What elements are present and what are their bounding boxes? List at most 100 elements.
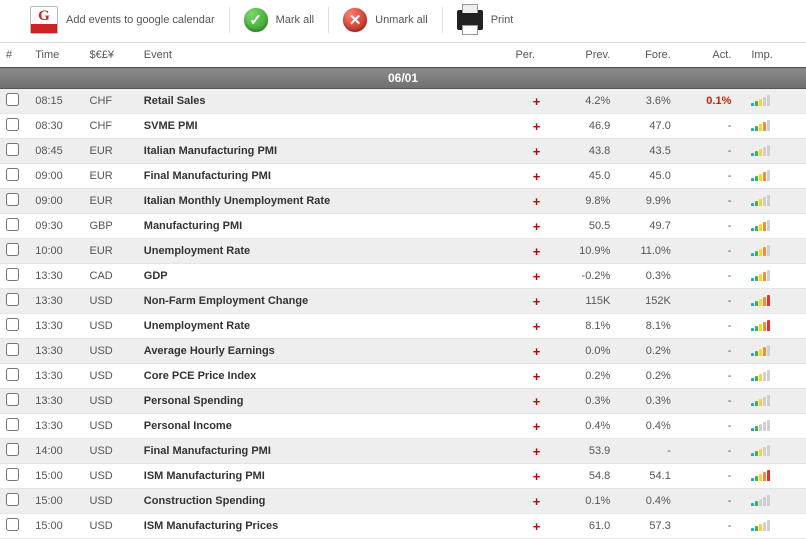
cell-period[interactable]: + (509, 314, 563, 339)
cell-period[interactable]: + (509, 464, 563, 489)
row-checkbox[interactable] (6, 493, 19, 506)
date-label: 06/01 (0, 68, 806, 89)
cell-event[interactable]: Italian Manufacturing PMI (138, 139, 510, 164)
cell-currency: USD (84, 389, 138, 414)
cell-act: - (685, 389, 746, 414)
cell-event[interactable]: Construction Spending (138, 489, 510, 514)
table-row: 08:15CHFRetail Sales+4.2%3.6%0.1% (0, 89, 806, 114)
cell-event[interactable]: Final Manufacturing PMI (138, 164, 510, 189)
cell-event[interactable]: ISM Manufacturing PMI (138, 464, 510, 489)
row-checkbox[interactable] (6, 368, 19, 381)
table-row: 13:30USDPersonal Spending+0.3%0.3%- (0, 389, 806, 414)
col-event[interactable]: Event (138, 43, 510, 68)
row-checkbox[interactable] (6, 518, 19, 531)
table-row: 14:00USDFinal Manufacturing PMI+53.9-- (0, 439, 806, 464)
col-per[interactable]: Per. (509, 43, 563, 68)
cell-period[interactable]: + (509, 189, 563, 214)
cell-event[interactable]: Personal Income (138, 414, 510, 439)
print-button[interactable]: Print (451, 8, 520, 32)
cell-event[interactable]: Italian Monthly Unemployment Rate (138, 189, 510, 214)
row-checkbox[interactable] (6, 93, 19, 106)
add-to-gcal-button[interactable]: G Add events to google calendar (24, 4, 221, 36)
row-checkbox-cell (0, 364, 29, 389)
cell-time: 13:30 (29, 314, 83, 339)
cell-period[interactable]: + (509, 164, 563, 189)
cell-currency: EUR (84, 164, 138, 189)
col-prev[interactable]: Prev. (564, 43, 625, 68)
cell-event[interactable]: Unemployment Rate (138, 239, 510, 264)
cell-fore: 9.9% (624, 189, 685, 214)
cell-fore: 47.0 (624, 114, 685, 139)
cell-prev: 0.3% (564, 389, 625, 414)
row-checkbox[interactable] (6, 393, 19, 406)
unmark-all-button[interactable]: ✕ Unmark all (337, 6, 434, 34)
cell-importance (745, 364, 806, 389)
cell-period[interactable]: + (509, 339, 563, 364)
col-act[interactable]: Act. (685, 43, 746, 68)
cell-fore: 54.1 (624, 464, 685, 489)
row-checkbox[interactable] (6, 318, 19, 331)
cell-prev: 45.0 (564, 164, 625, 189)
cell-importance (745, 214, 806, 239)
cell-period[interactable]: + (509, 514, 563, 539)
col-fore[interactable]: Fore. (624, 43, 685, 68)
cell-period[interactable]: + (509, 489, 563, 514)
cell-fore: 0.2% (624, 364, 685, 389)
row-checkbox[interactable] (6, 193, 19, 206)
cell-period[interactable]: + (509, 139, 563, 164)
col-currency[interactable]: $€£¥ (84, 43, 138, 68)
cell-event[interactable]: Personal Spending (138, 389, 510, 414)
importance-bars-icon (751, 394, 770, 406)
cell-period[interactable]: + (509, 289, 563, 314)
cell-period[interactable]: + (509, 389, 563, 414)
cell-fore: 43.5 (624, 139, 685, 164)
row-checkbox[interactable] (6, 243, 19, 256)
row-checkbox[interactable] (6, 418, 19, 431)
cell-prev: 10.9% (564, 239, 625, 264)
row-checkbox[interactable] (6, 468, 19, 481)
row-checkbox[interactable] (6, 443, 19, 456)
cell-event[interactable]: Non-Farm Employment Change (138, 289, 510, 314)
col-time[interactable]: Time (29, 43, 83, 68)
row-checkbox[interactable] (6, 268, 19, 281)
printer-icon (457, 10, 483, 30)
cell-event[interactable]: Average Hourly Earnings (138, 339, 510, 364)
cell-period[interactable]: + (509, 214, 563, 239)
cell-period[interactable]: + (509, 264, 563, 289)
cell-fore: 0.2% (624, 339, 685, 364)
importance-bars-icon (751, 219, 770, 231)
cell-prev: 0.1% (564, 489, 625, 514)
row-checkbox[interactable] (6, 168, 19, 181)
cell-importance (745, 164, 806, 189)
cell-event[interactable]: GDP (138, 264, 510, 289)
row-checkbox[interactable] (6, 343, 19, 356)
date-row: 06/01 (0, 68, 806, 89)
cell-period[interactable]: + (509, 439, 563, 464)
cell-event[interactable]: Manufacturing PMI (138, 214, 510, 239)
col-num[interactable]: # (0, 43, 29, 68)
cell-prev: 61.0 (564, 514, 625, 539)
mark-all-button[interactable]: ✓ Mark all (238, 6, 321, 34)
cell-period[interactable]: + (509, 114, 563, 139)
cell-event[interactable]: ISM Manufacturing Prices (138, 514, 510, 539)
cell-event[interactable]: SVME PMI (138, 114, 510, 139)
row-checkbox[interactable] (6, 118, 19, 131)
cell-period[interactable]: + (509, 364, 563, 389)
cell-event[interactable]: Final Manufacturing PMI (138, 439, 510, 464)
check-icon: ✓ (244, 8, 268, 32)
cell-act: - (685, 289, 746, 314)
cell-period[interactable]: + (509, 239, 563, 264)
table-row: 15:00USDConstruction Spending+0.1%0.4%- (0, 489, 806, 514)
row-checkbox[interactable] (6, 293, 19, 306)
cell-prev: 4.2% (564, 89, 625, 114)
cell-period[interactable]: + (509, 414, 563, 439)
row-checkbox[interactable] (6, 218, 19, 231)
cell-time: 13:30 (29, 264, 83, 289)
row-checkbox[interactable] (6, 143, 19, 156)
cell-event[interactable]: Core PCE Price Index (138, 364, 510, 389)
col-imp[interactable]: Imp. (745, 43, 806, 68)
cell-event[interactable]: Unemployment Rate (138, 314, 510, 339)
cell-period[interactable]: + (509, 89, 563, 114)
row-checkbox-cell (0, 439, 29, 464)
cell-event[interactable]: Retail Sales (138, 89, 510, 114)
